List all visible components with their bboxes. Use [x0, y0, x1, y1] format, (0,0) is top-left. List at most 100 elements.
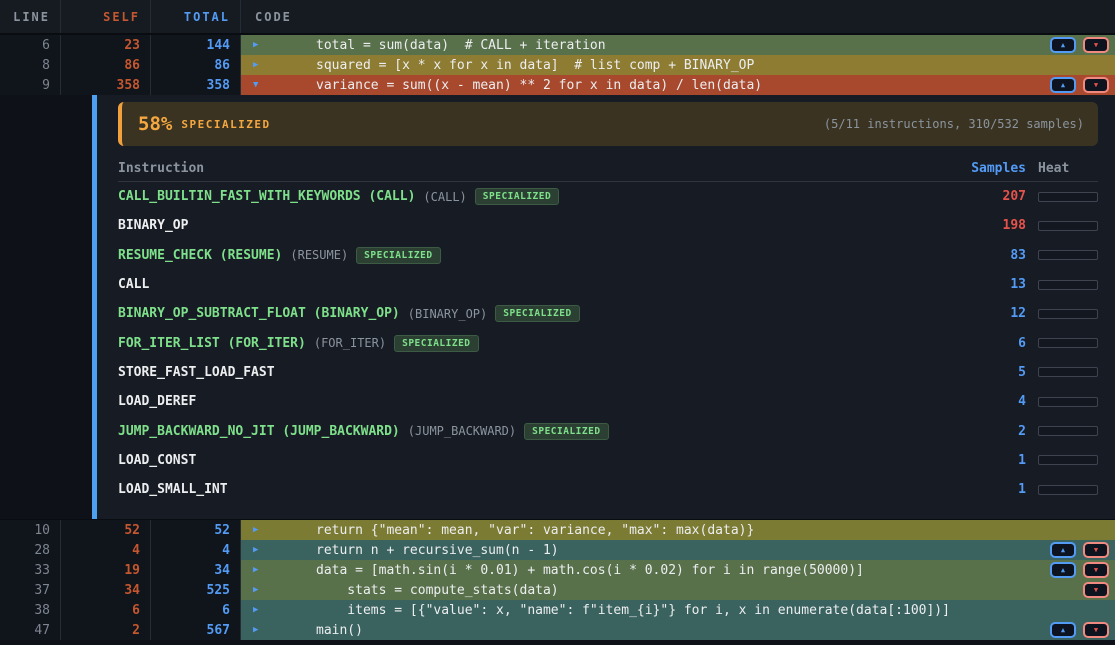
code-cell[interactable]: ▶ data = [math.sin(i * 0.01) + math.cos(… — [241, 560, 1115, 580]
table-row-expanded: 9 358 358 ▼ variance = sum((x - mean) **… — [0, 75, 1115, 95]
instruction-table-header: Instruction Samples Heat — [118, 156, 1098, 182]
heat-bar — [1038, 338, 1098, 348]
expand-arrow-icon[interactable]: ▶ — [253, 525, 258, 535]
instruction-name: BINARY_OP_SUBTRACT_FLOAT (BINARY_OP) — [118, 306, 400, 321]
source-code: squared = [x * x for x in data] # list c… — [241, 58, 754, 73]
total-count: 144 — [151, 35, 241, 55]
code-cell[interactable]: ▶ return {"mean": mean, "var": variance,… — [241, 520, 1115, 540]
heat-bar — [1038, 309, 1098, 319]
instruction-row: STORE_FAST_LOAD_FAST 5 — [118, 358, 1098, 387]
table-row: 6 23 144 ▶ total = sum(data) # CALL + it… — [0, 35, 1115, 55]
total-count: 4 — [151, 540, 241, 560]
collapse-arrow-icon[interactable]: ▼ — [253, 80, 258, 90]
jump-down-button[interactable]: ▼ — [1083, 582, 1109, 598]
samples-count: 4 — [964, 394, 1026, 409]
samples-count: 13 — [964, 277, 1026, 292]
self-count: 358 — [61, 75, 151, 95]
code-cell[interactable]: ▶ items = [{"value": x, "name": f"item_{… — [241, 600, 1115, 620]
jump-down-button[interactable]: ▼ — [1083, 37, 1109, 53]
code-cell[interactable]: ▶ squared = [x * x for x in data] # list… — [241, 55, 1115, 75]
expand-arrow-icon[interactable]: ▶ — [253, 605, 258, 615]
specialized-badge: SPECIALIZED — [475, 188, 559, 205]
heat-bar — [1038, 367, 1098, 377]
table-row: 8 86 86 ▶ squared = [x * x for x in data… — [0, 55, 1115, 75]
code-cell[interactable]: ▶ total = sum(data) # CALL + iteration ▲… — [241, 35, 1115, 55]
instruction-row: JUMP_BACKWARD_NO_JIT (JUMP_BACKWARD) (JU… — [118, 416, 1098, 445]
jump-down-button[interactable]: ▼ — [1083, 562, 1109, 578]
instruction-name: RESUME_CHECK (RESUME) — [118, 248, 282, 263]
source-code: data = [math.sin(i * 0.01) + math.cos(i … — [241, 563, 864, 578]
instruction-base-opcode: (CALL) — [423, 190, 466, 204]
col-header-line: LINE — [0, 0, 61, 33]
jump-up-button[interactable]: ▲ — [1050, 622, 1076, 638]
col-header-self: SELF — [61, 0, 151, 33]
jump-up-button[interactable]: ▲ — [1050, 37, 1076, 53]
self-count: 2 — [61, 620, 151, 640]
specialized-label: SPECIALIZED — [181, 118, 270, 131]
jump-down-button[interactable]: ▼ — [1083, 77, 1109, 93]
instruction-row: LOAD_SMALL_INT 1 — [118, 475, 1098, 504]
specialized-badge: SPECIALIZED — [356, 247, 440, 264]
expand-arrow-icon[interactable]: ▶ — [253, 40, 258, 50]
expand-arrow-icon[interactable]: ▶ — [253, 625, 258, 635]
instruction-detail-panel: 58% SPECIALIZED (5/11 instructions, 310/… — [0, 95, 1115, 519]
instruction-row: RESUME_CHECK (RESUME) (RESUME) SPECIALIZ… — [118, 241, 1098, 270]
line-number: 33 — [0, 560, 61, 580]
specialized-meta: (5/11 instructions, 310/532 samples) — [824, 117, 1084, 131]
instruction-name: CALL_BUILTIN_FAST_WITH_KEYWORDS (CALL) — [118, 189, 415, 204]
profiler-table-bottom: 10 52 52 ▶ return {"mean": mean, "var": … — [0, 519, 1115, 640]
table-row: 37 34 525 ▶ stats = compute_stats(data) … — [0, 580, 1115, 600]
specialized-badge: SPECIALIZED — [394, 335, 478, 352]
self-count: 6 — [61, 600, 151, 620]
specialization-banner: 58% SPECIALIZED (5/11 instructions, 310/… — [118, 102, 1098, 146]
instruction-name: LOAD_CONST — [118, 453, 196, 468]
heat-bar — [1038, 455, 1098, 465]
table-row: 28 4 4 ▶ return n + recursive_sum(n - 1)… — [0, 540, 1115, 560]
self-count: 23 — [61, 35, 151, 55]
instruction-row: BINARY_OP_SUBTRACT_FLOAT (BINARY_OP) (BI… — [118, 299, 1098, 328]
line-number: 9 — [0, 75, 61, 95]
instruction-row: CALL_BUILTIN_FAST_WITH_KEYWORDS (CALL) (… — [118, 182, 1098, 211]
code-cell[interactable]: ▶ stats = compute_stats(data) ▼ — [241, 580, 1115, 600]
panel-gutter — [0, 95, 92, 519]
col-header-samples[interactable]: Samples — [964, 161, 1026, 176]
table-row: 47 2 567 ▶ main() ▲ ▼ — [0, 620, 1115, 640]
col-header-instruction: Instruction — [118, 161, 964, 176]
code-cell[interactable]: ▶ return n + recursive_sum(n - 1) ▲ ▼ — [241, 540, 1115, 560]
self-count: 34 — [61, 580, 151, 600]
jump-up-button[interactable]: ▲ — [1050, 542, 1076, 558]
expand-arrow-icon[interactable]: ▶ — [253, 60, 258, 70]
total-count: 34 — [151, 560, 241, 580]
jump-down-button[interactable]: ▼ — [1083, 542, 1109, 558]
instruction-name: LOAD_SMALL_INT — [118, 482, 228, 497]
code-cell[interactable]: ▶ main() ▲ ▼ — [241, 620, 1115, 640]
jump-up-button[interactable]: ▲ — [1050, 77, 1076, 93]
total-count: 52 — [151, 520, 241, 540]
heat-bar — [1038, 397, 1098, 407]
total-count: 525 — [151, 580, 241, 600]
instruction-name: JUMP_BACKWARD_NO_JIT (JUMP_BACKWARD) — [118, 424, 400, 439]
source-code: variance = sum((x - mean) ** 2 for x in … — [241, 78, 762, 93]
heat-bar — [1038, 485, 1098, 495]
samples-count: 12 — [964, 306, 1026, 321]
line-number: 38 — [0, 600, 61, 620]
expand-arrow-icon[interactable]: ▶ — [253, 565, 258, 575]
total-count: 6 — [151, 600, 241, 620]
specialized-percent: 58% — [138, 113, 172, 135]
instruction-row: LOAD_CONST 1 — [118, 446, 1098, 475]
samples-count: 1 — [964, 453, 1026, 468]
expand-arrow-icon[interactable]: ▶ — [253, 545, 258, 555]
jump-down-button[interactable]: ▼ — [1083, 622, 1109, 638]
instruction-name: STORE_FAST_LOAD_FAST — [118, 365, 275, 380]
self-count: 86 — [61, 55, 151, 75]
heat-bar — [1038, 280, 1098, 290]
source-code: return n + recursive_sum(n - 1) — [241, 543, 559, 558]
specialized-badge: SPECIALIZED — [524, 423, 608, 440]
expand-arrow-icon[interactable]: ▶ — [253, 585, 258, 595]
jump-up-button[interactable]: ▲ — [1050, 562, 1076, 578]
samples-count: 2 — [964, 424, 1026, 439]
table-header: LINE SELF TOTAL CODE — [0, 0, 1115, 35]
samples-count: 6 — [964, 336, 1026, 351]
code-cell[interactable]: ▼ variance = sum((x - mean) ** 2 for x i… — [241, 75, 1115, 95]
line-number: 10 — [0, 520, 61, 540]
